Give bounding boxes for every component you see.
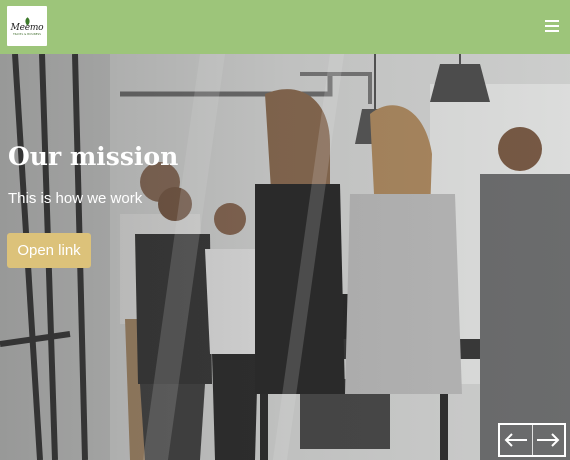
previous-slide-button[interactable] <box>500 425 532 455</box>
arrow-right-icon <box>537 433 560 447</box>
hero-subtitle: This is how we work <box>8 190 143 207</box>
slider-controls <box>498 423 566 457</box>
next-slide-button[interactable] <box>531 425 565 455</box>
top-navigation-bar: Meemo TRAVEL & BUSINESS <box>0 0 570 54</box>
hamburger-menu-icon[interactable] <box>543 17 561 35</box>
logo-wordmark: Meemo <box>10 22 44 33</box>
logo-tagline: TRAVEL & BUSINESS <box>12 32 42 36</box>
brand-logo[interactable]: Meemo TRAVEL & BUSINESS <box>7 6 47 46</box>
hero-title: Our mission <box>8 142 179 171</box>
open-link-button[interactable]: Open link <box>7 233 91 268</box>
arrow-left-icon <box>504 433 527 447</box>
hero-slider: Our mission This is how we work Open lin… <box>0 54 570 460</box>
